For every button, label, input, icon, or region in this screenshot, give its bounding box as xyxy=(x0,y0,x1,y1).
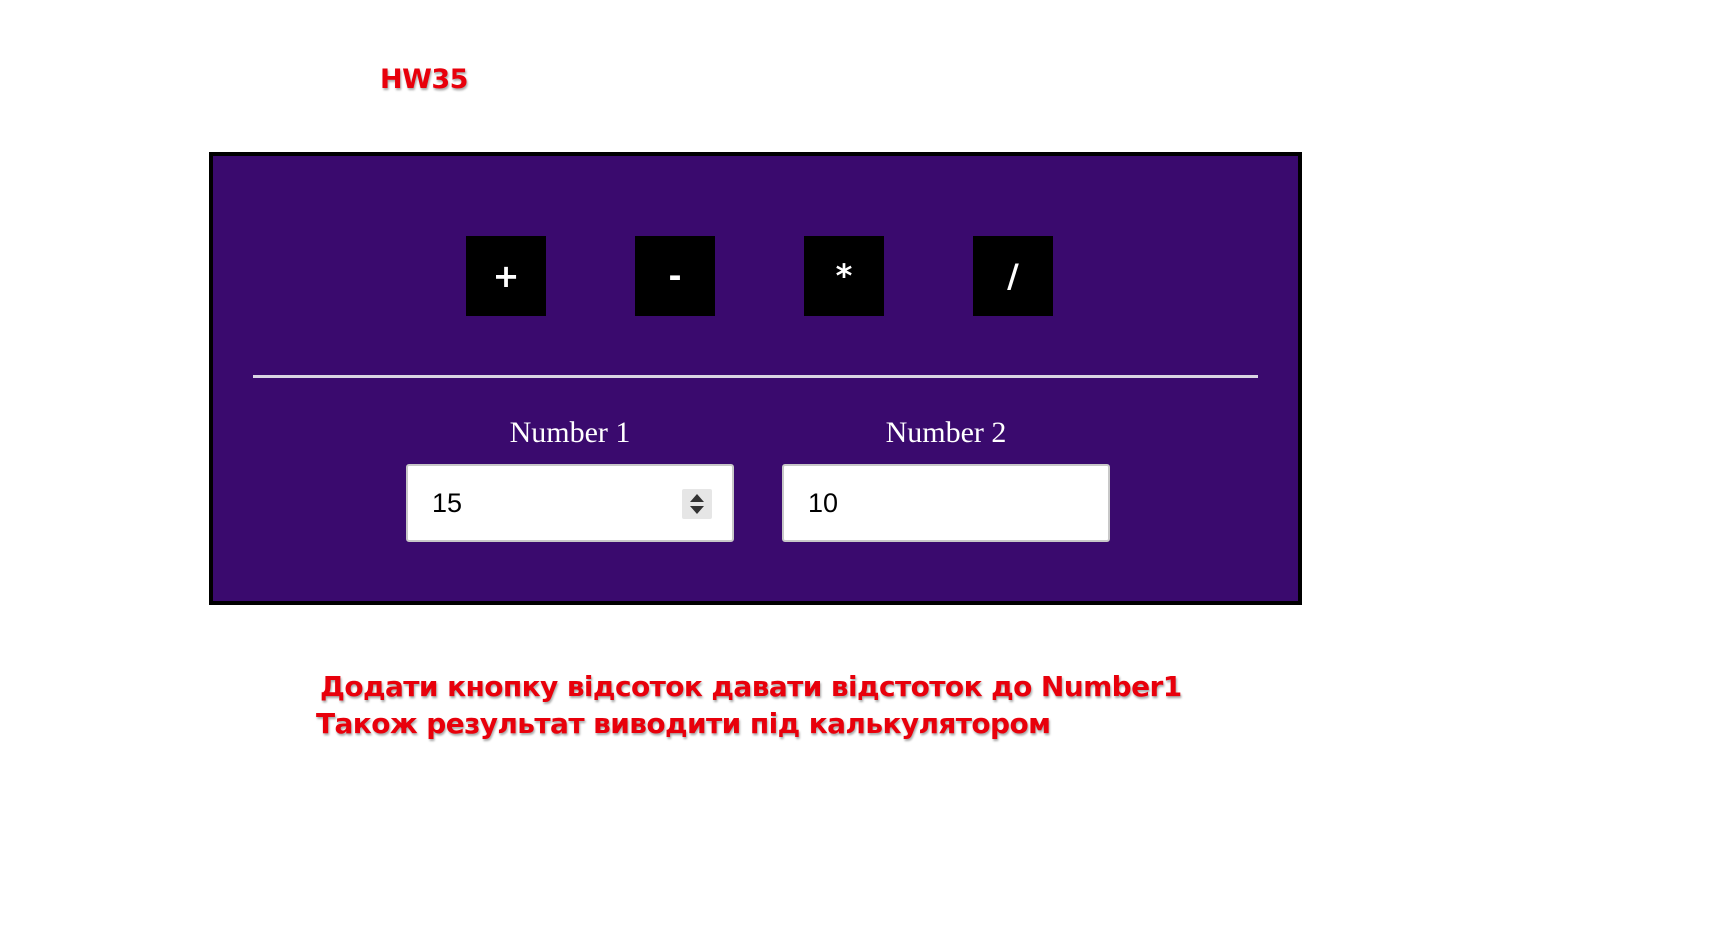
number1-label: Number 1 xyxy=(509,416,631,449)
number1-field: Number 1 15 xyxy=(406,416,734,542)
divide-button[interactable]: / xyxy=(973,236,1053,316)
number-spinner[interactable] xyxy=(682,489,712,519)
add-button[interactable]: + xyxy=(466,236,546,316)
task-line-1: Додати кнопку відсоток давати відстоток … xyxy=(320,670,1182,703)
number2-field: Number 2 10 xyxy=(782,416,1110,542)
task-line-2: Також результат виводити під калькулятор… xyxy=(316,707,1051,740)
homework-title: HW35 xyxy=(380,64,468,95)
number2-label: Number 2 xyxy=(885,416,1007,449)
number1-value: 15 xyxy=(432,488,463,518)
divider xyxy=(253,375,1258,378)
number1-input[interactable]: 15 xyxy=(406,464,734,542)
subtract-button[interactable]: - xyxy=(635,236,715,316)
spinner-up-icon[interactable] xyxy=(690,494,704,502)
operation-buttons: + - * / xyxy=(213,236,1298,316)
calculator-panel: + - * / Number 1 15 Number 2 10 xyxy=(209,152,1302,605)
number2-value: 10 xyxy=(808,488,839,518)
task-description: Додати кнопку відсоток давати відстоток … xyxy=(316,668,1182,742)
number2-input[interactable]: 10 xyxy=(782,464,1110,542)
multiply-button[interactable]: * xyxy=(804,236,884,316)
spinner-down-icon[interactable] xyxy=(690,506,704,514)
